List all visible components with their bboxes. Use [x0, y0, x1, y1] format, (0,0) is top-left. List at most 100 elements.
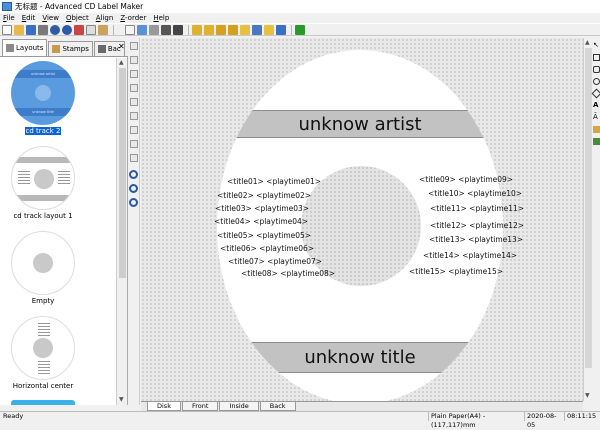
tab-stamps[interactable]: Stamps — [48, 41, 93, 56]
ungroup-icon[interactable] — [252, 24, 262, 35]
scroll-down-icon[interactable]: ▼ — [585, 392, 590, 399]
next-layout-thumbnail[interactable] — [11, 400, 75, 405]
align-right-icon[interactable] — [130, 70, 138, 78]
distribute-icon[interactable] — [173, 24, 183, 35]
status-bar: Ready Plain Paper(A4) - (117,117)mm 2020… — [0, 411, 600, 429]
track-left-08[interactable]: <title08> <playtime08> — [241, 269, 335, 278]
align-bottom-icon[interactable] — [130, 112, 138, 120]
track-right-09[interactable]: <title09> <playtime09> — [419, 175, 513, 184]
ellipse-icon[interactable] — [593, 78, 600, 85]
backward-icon[interactable] — [228, 24, 238, 35]
scrollbar-thumb[interactable] — [585, 48, 592, 368]
scroll-up-icon[interactable]: ▲ — [119, 59, 124, 66]
track-left-07[interactable]: <title07> <playtime07> — [228, 257, 322, 266]
print-icon[interactable] — [38, 24, 48, 35]
properties-icon[interactable] — [276, 24, 286, 35]
align-left-icon[interactable] — [130, 42, 138, 50]
image-icon[interactable] — [593, 126, 600, 133]
track-right-12[interactable]: <title12> <playtime12> — [430, 221, 524, 230]
stamps-icon — [52, 45, 61, 53]
layout-list-scrollbar[interactable]: ▲ ▼ — [116, 58, 127, 405]
thumb-hole — [35, 85, 51, 101]
page-setup-icon[interactable] — [125, 24, 135, 35]
track-left-05[interactable]: <title05> <playtime05> — [217, 231, 311, 240]
left-tab-strip: Layouts Stamps Bac — [0, 38, 128, 57]
layouts-panel: Layouts Stamps Bac ✕ unknow artist unkno… — [0, 38, 128, 405]
tab-layouts[interactable]: Layouts — [2, 39, 48, 56]
track-left-01[interactable]: <title01> <playtime01> — [227, 177, 321, 186]
zoom-out-icon[interactable] — [129, 184, 138, 193]
undo-icon[interactable] — [50, 24, 60, 35]
save-icon[interactable] — [26, 24, 36, 35]
menu-help[interactable]: Help — [153, 14, 169, 22]
app-icon — [2, 2, 12, 11]
cut-icon[interactable] — [74, 24, 84, 35]
edit-layout-icon[interactable] — [137, 24, 147, 35]
lock-icon[interactable] — [264, 24, 274, 35]
text-icon[interactable]: A — [593, 102, 600, 109]
layout-list: unknow artist unknow title cd track 2 cd… — [0, 58, 116, 405]
forward-icon[interactable] — [216, 24, 226, 35]
layout-thumbnail — [11, 316, 75, 380]
diamond-icon[interactable] — [591, 88, 600, 99]
open-folder-icon[interactable] — [14, 24, 24, 35]
tab-stamps-label: Stamps — [62, 45, 89, 53]
tab-disk[interactable]: Disk — [147, 402, 181, 411]
track-right-11[interactable]: <title11> <playtime11> — [430, 204, 524, 213]
layout-label: cd track 2 — [25, 127, 61, 135]
tab-inside[interactable]: Inside — [219, 402, 259, 411]
zoom-in-icon[interactable] — [129, 170, 138, 179]
title-band[interactable]: unknow title — [217, 342, 503, 373]
menu-align[interactable]: Align — [96, 14, 114, 22]
alignment-tool-strip — [128, 38, 140, 405]
scroll-down-icon[interactable]: ▼ — [119, 396, 124, 403]
track-right-14[interactable]: <title14> <playtime14> — [423, 251, 517, 260]
scrollbar-thumb[interactable] — [119, 68, 126, 278]
menu-view[interactable]: View — [42, 14, 59, 22]
menu-object[interactable]: Object — [66, 14, 89, 22]
track-left-06[interactable]: <title06> <playtime06> — [220, 244, 314, 253]
track-left-04[interactable]: <title04> <playtime04> — [214, 217, 308, 226]
track-right-10[interactable]: <title10> <playtime10> — [428, 189, 522, 198]
copy-icon[interactable] — [86, 24, 96, 35]
layout-thumbnail — [11, 146, 75, 210]
panel-close-icon[interactable]: ✕ — [118, 42, 125, 51]
round-rectangle-icon[interactable] — [593, 66, 600, 73]
toolbar-separator — [188, 24, 189, 35]
layout-label: cd track layout 1 — [13, 212, 73, 220]
track-right-15[interactable]: <title15> <playtime15> — [409, 267, 503, 276]
group-icon[interactable] — [240, 24, 250, 35]
tab-front[interactable]: Front — [181, 402, 219, 411]
align-top-icon[interactable] — [130, 84, 138, 92]
menu-file[interactable]: File — [3, 14, 15, 22]
same-height-icon[interactable] — [130, 140, 138, 148]
rectangle-icon[interactable] — [593, 54, 600, 61]
paste-icon[interactable] — [98, 24, 108, 35]
pointer-icon[interactable]: ↖ — [593, 42, 600, 49]
curved-text-icon[interactable]: Ã — [593, 114, 600, 121]
align-center-icon[interactable] — [130, 56, 138, 64]
new-file-icon[interactable] — [2, 24, 12, 35]
redo-icon[interactable] — [62, 24, 72, 35]
same-size-icon[interactable] — [130, 154, 138, 162]
design-canvas[interactable]: unknow artist unknow title <title01> <pl… — [141, 38, 583, 401]
scroll-up-icon[interactable]: ▲ — [585, 39, 590, 46]
same-width-icon[interactable] — [130, 126, 138, 134]
track-right-13[interactable]: <title13> <playtime13> — [429, 235, 523, 244]
send-back-icon[interactable] — [204, 24, 214, 35]
grid-icon[interactable] — [149, 24, 159, 35]
clipart-icon[interactable] — [593, 138, 600, 145]
tab-back[interactable]: Back — [259, 402, 296, 411]
menu-edit[interactable]: Edit — [22, 14, 36, 22]
help-icon[interactable] — [295, 24, 305, 35]
track-left-03[interactable]: <title03> <playtime03> — [215, 204, 309, 213]
menu-z-order[interactable]: Z-order — [120, 14, 146, 22]
artist-band[interactable]: unknow artist — [217, 110, 503, 138]
drawing-tool-strip: ↖ A Ã — [591, 38, 600, 405]
align-middle-icon[interactable] — [130, 98, 138, 106]
track-left-02[interactable]: <title02> <playtime02> — [217, 191, 311, 200]
zoom-fit-icon[interactable] — [129, 198, 138, 207]
toolbar-separator — [113, 24, 114, 35]
align-icon[interactable] — [161, 24, 171, 35]
bring-front-icon[interactable] — [192, 24, 202, 35]
